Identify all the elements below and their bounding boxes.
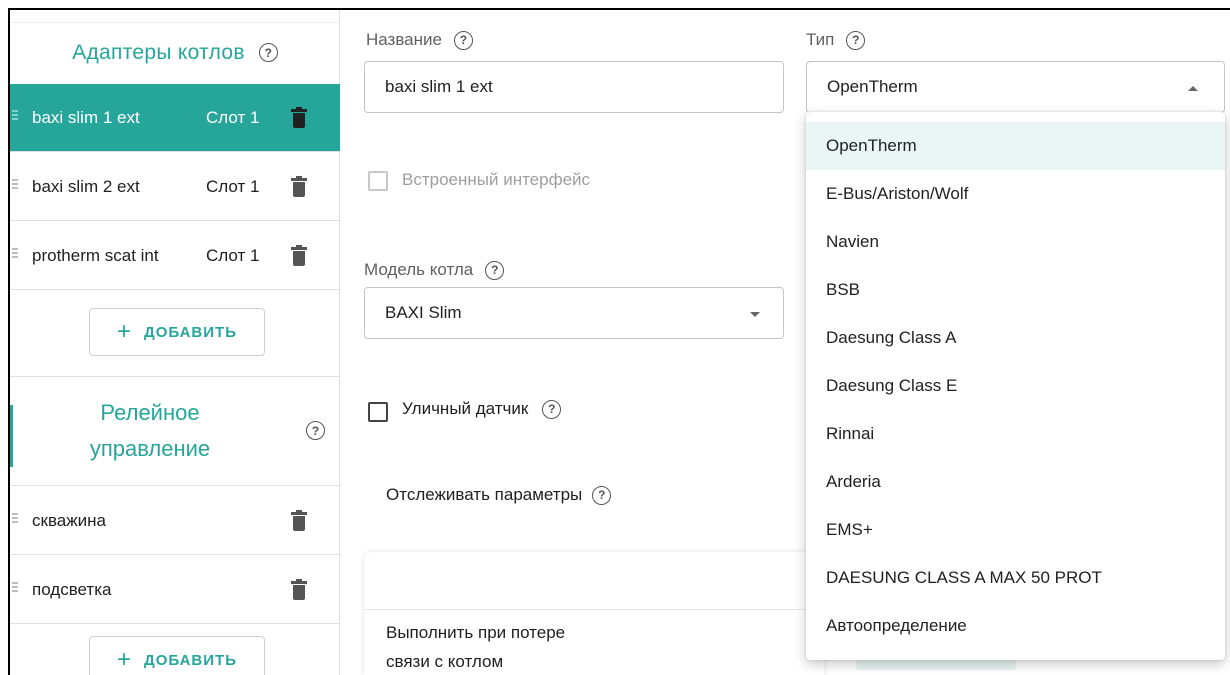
trash-icon[interactable] [291, 579, 307, 601]
type-dropdown-menu: OpenTherm E-Bus/Ariston/Wolf Navien BSB … [806, 112, 1225, 660]
relay-header-accent [10, 405, 13, 467]
on-loss-line1: Выполнить при потере [386, 623, 566, 642]
drag-handle-icon[interactable] [12, 582, 18, 596]
add-relay-label: ДОБАВИТЬ [144, 651, 237, 669]
left-panel: Адаптеры котлов ? baxi slim 1 ext Слот 1… [10, 10, 340, 675]
drag-handle-icon[interactable] [12, 513, 18, 527]
relay-item[interactable]: подсветка [10, 556, 340, 624]
relay-item[interactable]: скважина [10, 487, 340, 555]
relay-name: подсветка [32, 579, 112, 599]
model-label-text: Модель котла [364, 260, 474, 279]
adapter-slot: Слот 1 [206, 176, 260, 196]
menu-item-arderia[interactable]: Arderia [806, 458, 1225, 506]
help-icon[interactable]: ? [306, 421, 325, 440]
outdoor-sensor-checkbox[interactable] [368, 402, 388, 422]
type-select[interactable]: OpenTherm [806, 61, 1225, 113]
plus-icon: + [117, 646, 133, 673]
model-select-value: BAXI Slim [385, 303, 462, 322]
menu-item-navien[interactable]: Navien [806, 218, 1225, 266]
drag-handle-icon[interactable] [12, 179, 18, 193]
add-adapter-button[interactable]: + ДОБАВИТЬ [89, 308, 265, 356]
app-frame: Адаптеры котлов ? baxi slim 1 ext Слот 1… [8, 8, 1230, 675]
on-loss-text: Выполнить при потере связи с котлом [386, 618, 565, 675]
adapter-item[interactable]: baxi slim 2 ext Слот 1 [10, 153, 340, 221]
help-icon[interactable]: ? [846, 30, 866, 50]
menu-item-opentherm[interactable]: OpenTherm [806, 122, 1225, 170]
model-field-label: Модель котла ? [364, 260, 505, 280]
adapters-header: Адаптеры котлов ? [10, 22, 340, 82]
menu-item-bsb[interactable]: BSB [806, 266, 1225, 314]
trash-icon[interactable] [291, 510, 307, 532]
model-select[interactable]: BAXI Slim [364, 287, 784, 339]
adapters-title: Адаптеры котлов [72, 40, 245, 64]
builtin-interface-label: Встроенный интерфейс [402, 170, 591, 189]
menu-item-daesung-max50[interactable]: DAESUNG CLASS A MAX 50 PROT [806, 554, 1225, 602]
card-divider [364, 609, 824, 610]
menu-item-rinnai[interactable]: Rinnai [806, 410, 1225, 458]
help-icon[interactable]: ? [485, 260, 505, 280]
help-icon[interactable]: ? [453, 30, 473, 50]
on-loss-card: Выполнить при потере связи с котлом [364, 552, 824, 675]
adapter-name: baxi slim 2 ext [32, 176, 140, 196]
name-field-label: Название ? [366, 30, 473, 50]
menu-item-ebus[interactable]: E-Bus/Ariston/Wolf [806, 170, 1225, 218]
add-adapter-label: ДОБАВИТЬ [144, 323, 237, 341]
add-relay-button[interactable]: + ДОБАВИТЬ [89, 636, 265, 675]
adapter-name: baxi slim 1 ext [32, 107, 140, 127]
type-select-value: OpenTherm [827, 77, 918, 96]
adapter-item[interactable]: protherm scat int Слот 1 [10, 222, 340, 290]
track-params-label: Отслеживать параметры [386, 485, 583, 504]
help-icon[interactable]: ? [542, 399, 562, 419]
outdoor-sensor-row: Уличный датчик ? [402, 399, 562, 419]
type-label-text: Тип [806, 30, 835, 49]
adapter-name: protherm scat int [32, 245, 159, 265]
menu-item-autodetect[interactable]: Автоопределение [806, 602, 1225, 650]
chevron-up-icon [1188, 86, 1198, 91]
drag-handle-icon[interactable] [12, 110, 18, 124]
adapter-item[interactable]: baxi slim 1 ext Слот 1 [10, 84, 340, 152]
on-loss-line2: связи с котлом [386, 652, 504, 671]
type-field-label: Тип ? [806, 30, 866, 50]
relay-title: Релейное управление [89, 400, 211, 461]
menu-item-ems-plus[interactable]: EMS+ [806, 506, 1225, 554]
name-label-text: Название [366, 30, 442, 49]
name-input-value: baxi slim 1 ext [385, 77, 493, 96]
outdoor-sensor-label: Уличный датчик [402, 399, 529, 418]
name-input[interactable]: baxi slim 1 ext [364, 61, 784, 113]
trash-icon[interactable] [291, 107, 307, 129]
drag-handle-icon[interactable] [12, 248, 18, 262]
adapter-slot: Слот 1 [206, 107, 260, 127]
menu-item-daesung-a[interactable]: Daesung Class A [806, 314, 1225, 362]
relay-name: скважина [32, 510, 106, 530]
track-params-row: Отслеживать параметры ? [386, 485, 612, 505]
trash-icon[interactable] [291, 176, 307, 198]
plus-icon: + [117, 318, 133, 345]
builtin-interface-checkbox[interactable] [368, 171, 388, 191]
help-icon[interactable]: ? [592, 485, 612, 505]
relay-header: Релейное управление ? [10, 376, 340, 486]
trash-icon[interactable] [291, 245, 307, 267]
help-icon[interactable]: ? [258, 43, 278, 62]
chevron-down-icon [750, 312, 760, 317]
adapter-slot: Слот 1 [206, 245, 260, 265]
menu-item-daesung-e[interactable]: Daesung Class E [806, 362, 1225, 410]
